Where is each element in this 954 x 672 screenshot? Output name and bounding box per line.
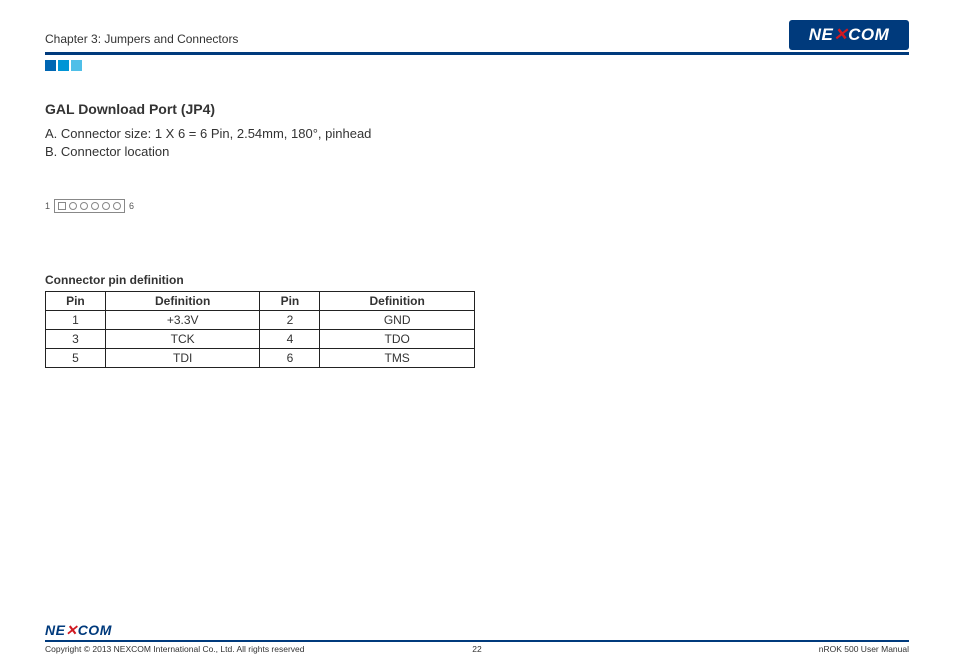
- cell-pin: 3: [46, 330, 106, 349]
- pin-1-icon: [58, 202, 66, 210]
- col-header-definition: Definition: [105, 292, 260, 311]
- chapter-title: Chapter 3: Jumpers and Connectors: [45, 32, 238, 50]
- cell-pin: 4: [260, 330, 320, 349]
- cell-definition: GND: [320, 311, 475, 330]
- spec-line-a: A. Connector size: 1 X 6 = 6 Pin, 2.54mm…: [45, 125, 565, 143]
- table-row: 1 +3.3V 2 GND: [46, 311, 475, 330]
- table-row: 5 TDI 6 TMS: [46, 349, 475, 368]
- cell-pin: 2: [260, 311, 320, 330]
- cell-definition: TDI: [105, 349, 260, 368]
- header-rule: [45, 52, 909, 55]
- page-number: 22: [45, 644, 909, 654]
- pin-3-icon: [80, 202, 88, 210]
- pin-label-right: 6: [129, 201, 134, 211]
- cell-definition: TMS: [320, 349, 475, 368]
- pin-2-icon: [69, 202, 77, 210]
- spec-line-b: B. Connector location: [45, 143, 565, 161]
- connector-box: [54, 199, 125, 213]
- table-header-row: Pin Definition Pin Definition: [46, 292, 475, 311]
- table-row: 3 TCK 4 TDO: [46, 330, 475, 349]
- cell-definition: +3.3V: [105, 311, 260, 330]
- col-header-definition: Definition: [320, 292, 475, 311]
- pin-definition-table: Pin Definition Pin Definition 1 +3.3V 2 …: [45, 291, 475, 368]
- pin-label-left: 1: [45, 201, 50, 211]
- decorative-squares: [45, 60, 909, 71]
- cell-pin: 5: [46, 349, 106, 368]
- cell-pin: 1: [46, 311, 106, 330]
- pin-5-icon: [102, 202, 110, 210]
- col-header-pin: Pin: [46, 292, 106, 311]
- footer-rule: [45, 640, 909, 642]
- table-heading: Connector pin definition: [45, 273, 565, 287]
- cell-pin: 6: [260, 349, 320, 368]
- nexcom-logo-bottom: NE✕COM: [45, 622, 909, 639]
- connector-diagram: 1 6: [45, 199, 565, 213]
- col-header-pin: Pin: [260, 292, 320, 311]
- nexcom-logo-top: NE✕COM: [789, 20, 909, 50]
- pin-6-icon: [113, 202, 121, 210]
- pin-4-icon: [91, 202, 99, 210]
- section-heading: GAL Download Port (JP4): [45, 101, 565, 117]
- cell-definition: TDO: [320, 330, 475, 349]
- cell-definition: TCK: [105, 330, 260, 349]
